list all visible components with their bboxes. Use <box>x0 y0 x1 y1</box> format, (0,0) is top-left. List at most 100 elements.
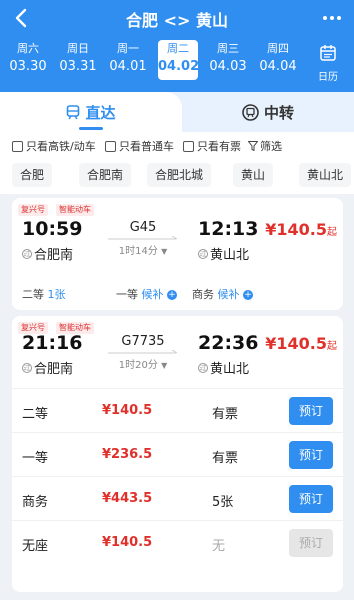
filter-highspeed-checkbox[interactable]: 只看高铁/动车 <box>12 138 96 154</box>
date-item[interactable]: 周三 04.03 <box>208 40 248 80</box>
filter-normal-checkbox[interactable]: 只看普通车 <box>105 138 174 154</box>
station-chip[interactable]: 合肥 <box>12 163 53 187</box>
price: ¥140.5起 <box>265 220 337 239</box>
seat-row: 二等 ¥140.5 有票 预订 <box>12 388 343 432</box>
seat-status: 候补 <box>141 288 164 301</box>
route-title: 合肥 <> 黄山 <box>126 11 228 30</box>
seat-class: 商务 <box>192 288 214 301</box>
seat-second[interactable]: 二等 1张 <box>22 286 66 302</box>
seat-class: 一等 <box>116 288 138 301</box>
seat-availability: 5张 <box>212 495 234 510</box>
checkbox-icon <box>105 140 116 152</box>
seat-first[interactable]: 一等 候补 + <box>116 286 177 302</box>
date-strip: 周六 03.30 周日 03.31 周一 04.01 周二 04.02 周三 0… <box>0 40 310 84</box>
tab-transfer[interactable]: 中转 <box>182 92 354 132</box>
depart-station-name: 合肥南 <box>34 248 74 263</box>
seat-price: ¥443.5 <box>102 491 153 506</box>
date-item[interactable]: 周日 03.31 <box>58 40 98 80</box>
arrive-station: 过黄山北 <box>198 244 249 263</box>
arrive-station: 过黄山北 <box>198 358 249 377</box>
seat-row: 一等 ¥236.5 有票 预订 <box>12 432 343 476</box>
pass-station-icon: 过 <box>198 362 208 373</box>
calendar-button[interactable]: 日历 <box>314 44 342 83</box>
depart-time: 21:16 <box>22 332 83 354</box>
seat-price: ¥140.5 <box>102 535 153 550</box>
depart-station-name: 合肥南 <box>34 362 74 377</box>
seat-class: 二等 <box>22 288 44 301</box>
duration-text: 1时20分 <box>118 360 158 371</box>
filter-label: 只看普通车 <box>119 140 174 153</box>
station-chips: 合肥 合肥南 合肥北城 黄山 黄山北 <box>0 158 354 194</box>
checkbox-icon <box>183 140 194 152</box>
arrive-station-name: 黄山北 <box>210 362 250 377</box>
train-card-expanded[interactable]: 复兴号 智能动车 21:16 过合肥南 G7735 1时20分 ▼ 22:36 … <box>12 316 343 592</box>
pass-station-icon: 过 <box>198 248 208 259</box>
price-value: ¥140.5 <box>265 220 327 239</box>
date-item[interactable]: 周六 03.30 <box>8 40 48 80</box>
date-value: 04.03 <box>209 59 247 74</box>
seat-availability: 有票 <box>212 407 239 422</box>
seat-row: 无座 ¥140.5 无 预订 <box>12 520 343 564</box>
date-weekday: 周一 <box>117 42 139 55</box>
fuxing-badge: 复兴号 <box>18 204 48 216</box>
price: ¥140.5起 <box>265 334 337 353</box>
seat-price: ¥140.5 <box>102 403 153 418</box>
dropdown-triangle-icon: ▼ <box>161 361 168 370</box>
seat-business[interactable]: 商务 候补 + <box>192 286 253 302</box>
price-suffix: 起 <box>327 341 337 352</box>
seat-status: 1张 <box>47 288 66 301</box>
more-icon[interactable] <box>320 8 344 28</box>
filter-available-checkbox[interactable]: 只看有票 <box>183 138 241 154</box>
nav-bar: 合肥 <> 黄山 <box>0 0 354 38</box>
tab-direct[interactable]: 直达 <box>0 92 182 132</box>
date-weekday: 周三 <box>217 42 239 55</box>
date-weekday: 周四 <box>267 42 289 55</box>
station-chip[interactable]: 黄山北 <box>299 163 352 187</box>
seat-availability: 无 <box>212 539 226 554</box>
tab-direct-label: 直达 <box>85 103 116 122</box>
date-value: 04.04 <box>259 59 297 74</box>
filter-label: 只看高铁/动车 <box>26 140 96 153</box>
station-chip[interactable]: 黄山 <box>233 163 274 187</box>
waitlist-plus-icon: + <box>243 290 253 300</box>
book-button[interactable]: 预订 <box>289 397 333 425</box>
book-button[interactable]: 预订 <box>289 441 333 469</box>
duration[interactable]: 1时14分 ▼ <box>108 242 178 257</box>
duration[interactable]: 1时20分 ▼ <box>108 356 178 371</box>
date-weekday: 周二 <box>167 42 189 55</box>
date-weekday: 周六 <box>17 42 39 55</box>
arrive-time: 12:13 <box>198 218 259 240</box>
depart-station: 过合肥南 <box>22 244 73 263</box>
train-number: G45 <box>129 220 157 235</box>
transfer-icon <box>242 103 259 121</box>
date-value: 03.31 <box>59 59 97 74</box>
pass-station-icon: 过 <box>22 362 32 373</box>
date-value: 03.30 <box>9 59 47 74</box>
station-chip[interactable]: 合肥南 <box>79 163 132 187</box>
depart-time: 10:59 <box>22 218 83 240</box>
seat-availability: 有票 <box>212 451 239 466</box>
date-value: 04.01 <box>109 59 147 74</box>
tab-underline <box>79 127 103 130</box>
calendar-icon <box>320 45 336 61</box>
date-item[interactable]: 周一 04.01 <box>108 40 148 80</box>
train-number: G7735 <box>121 334 165 349</box>
train-card[interactable]: 复兴号 智能动车 10:59 过合肥南 G45 1时14分 ▼ 12:13 过黄… <box>12 198 343 310</box>
station-chip[interactable]: 合肥北城 <box>147 163 212 187</box>
seat-status: 候补 <box>217 288 240 301</box>
book-button[interactable]: 预订 <box>289 485 333 513</box>
tab-transfer-label: 中转 <box>263 103 294 122</box>
date-weekday: 周日 <box>67 42 89 55</box>
pass-station-icon: 过 <box>22 248 32 259</box>
date-item[interactable]: 周四 04.04 <box>258 40 298 80</box>
dropdown-triangle-icon: ▼ <box>161 247 168 256</box>
seat-class: 商务 <box>22 495 49 510</box>
date-item-selected[interactable]: 周二 04.02 <box>158 40 199 80</box>
calendar-label: 日历 <box>318 72 338 83</box>
arrive-station-name: 黄山北 <box>210 248 250 263</box>
depart-station: 过合肥南 <box>22 358 73 377</box>
waitlist-plus-icon: + <box>167 290 177 300</box>
duration-text: 1时14分 <box>118 246 158 257</box>
filter-bar: 只看高铁/动车 只看普通车 只看有票 筛选 <box>0 132 354 158</box>
filter-button[interactable]: 筛选 <box>248 138 282 154</box>
